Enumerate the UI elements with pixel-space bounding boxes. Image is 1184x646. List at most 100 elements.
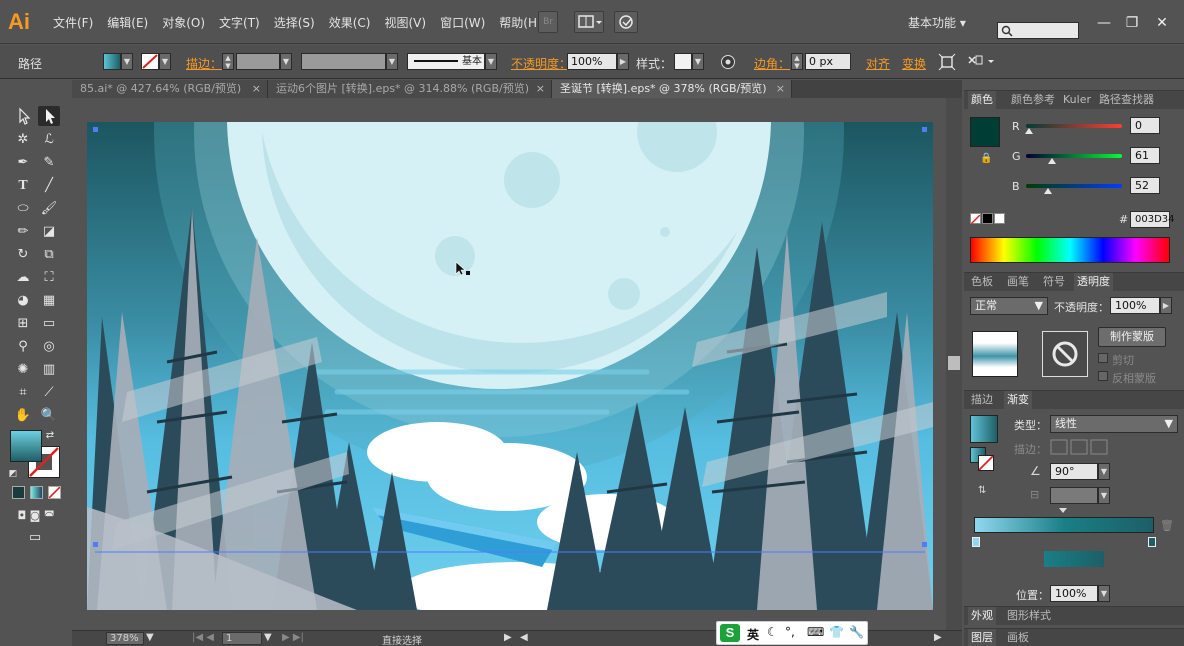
align-link[interactable]: 对齐 [866, 55, 890, 72]
clip-checkbox[interactable] [1098, 353, 1108, 363]
menu-window[interactable]: 窗口(W) [433, 14, 492, 31]
menu-effect[interactable]: 效果(C) [322, 14, 378, 31]
opacity-label[interactable]: 不透明度： [511, 55, 571, 72]
aspect-ratio-field[interactable] [1050, 487, 1098, 504]
angle-dropdown[interactable]: ▼ [1098, 463, 1110, 480]
scrollbar-thumb[interactable] [948, 356, 960, 370]
stroke-weight-dropdown[interactable]: ▼ [280, 53, 292, 70]
help-search-input[interactable] [997, 22, 1079, 39]
white-swatch[interactable] [994, 213, 1005, 224]
rotate-tool-icon[interactable]: ↻ [12, 245, 34, 265]
color-spectrum[interactable] [970, 237, 1170, 263]
opacity-slider-button[interactable]: ▶ [1160, 297, 1172, 314]
transform-link[interactable]: 变换 [902, 55, 926, 72]
symbol-sprayer-tool-icon[interactable]: ✺ [12, 360, 34, 380]
type-tool-icon[interactable]: T [12, 176, 34, 196]
perspective-grid-tool-icon[interactable]: ▦ [38, 291, 60, 311]
tab-close-icon[interactable]: × [776, 80, 785, 98]
gradient-stop-end[interactable] [1148, 537, 1156, 547]
gradient-color-popup[interactable] [1044, 551, 1104, 567]
corner-radius-field[interactable]: 0 px [805, 53, 851, 70]
corner-stepper[interactable]: ▲ ▼ [791, 53, 803, 70]
ime-logo[interactable]: S [720, 624, 740, 642]
reverse-gradient-icon[interactable]: ⇅ [978, 485, 986, 496]
zoom-field[interactable]: 378% [106, 632, 144, 645]
bridge-button[interactable]: Br [538, 11, 558, 33]
menu-type[interactable]: 文字(T) [212, 14, 267, 31]
artboard-tool-icon[interactable]: ⌗ [12, 383, 34, 403]
document-tab-active[interactable]: 圣诞节 [转换].eps* @ 378% (RGB/预览) × [552, 80, 792, 98]
b-value-field[interactable]: 52 [1130, 177, 1160, 194]
menu-select[interactable]: 选择(S) [267, 14, 322, 31]
menu-file[interactable]: 文件(F) [46, 14, 100, 31]
gradient-mode-button[interactable] [30, 486, 43, 499]
graphic-style-swatch[interactable] [674, 53, 692, 70]
eraser-tool-icon[interactable]: ◪ [38, 222, 60, 242]
direct-selection-tool-icon[interactable] [38, 106, 60, 126]
tab-color[interactable]: 颜色 [968, 91, 996, 109]
tab-close-icon[interactable]: × [252, 80, 261, 98]
opacity-field[interactable]: 100% [567, 53, 617, 70]
ellipse-tool-icon[interactable]: ⬭ [12, 199, 34, 219]
default-colors-icon[interactable]: ◩ [6, 464, 20, 484]
hand-tool-icon[interactable]: ✋ [12, 406, 34, 426]
gradient-stroke-swatch[interactable] [978, 455, 994, 471]
gpu-button[interactable] [614, 11, 638, 33]
gradient-preview[interactable] [970, 415, 998, 443]
r-value-field[interactable]: 0 [1130, 117, 1160, 134]
menu-object[interactable]: 对象(O) [155, 14, 212, 31]
mask-thumbnail[interactable] [1042, 331, 1088, 377]
zoom-dropdown[interactable]: ▼ [146, 632, 154, 643]
arrange-documents-button[interactable] [574, 11, 604, 33]
paintbrush-tool-icon[interactable]: 🖌 [38, 199, 60, 219]
restore-button[interactable]: ❐ [1118, 15, 1146, 33]
stroke-weight-field[interactable] [236, 53, 280, 70]
object-thumbnail[interactable] [972, 331, 1018, 377]
tab-symbols[interactable]: 符号 [1040, 273, 1068, 291]
gradient-type-select[interactable]: 线性 ▼ [1050, 415, 1178, 433]
variable-width-profile[interactable] [301, 53, 386, 70]
tab-appearance[interactable]: 外观 [968, 607, 996, 625]
b-slider[interactable] [1026, 184, 1122, 188]
current-fill-swatch[interactable] [970, 117, 1000, 147]
screen-mode-icon[interactable]: ▭ [24, 528, 46, 548]
ime-keyboard-icon[interactable]: ⌨ [807, 625, 824, 639]
tab-gradient[interactable]: 渐变 [1004, 391, 1032, 409]
slice-tool-icon[interactable]: ⟋ [38, 383, 60, 403]
r-slider[interactable] [1026, 124, 1122, 128]
warp-tool-icon[interactable]: ☁ [12, 268, 34, 288]
artboard-dropdown[interactable]: ▼ [264, 632, 272, 643]
graph-tool-icon[interactable]: ▥ [38, 360, 60, 380]
tab-swatches[interactable]: 色板 [968, 273, 996, 291]
document-tab[interactable]: 85.ai* @ 427.64% (RGB/预览) × [72, 80, 268, 98]
brush-definition[interactable]: 基本 [407, 53, 485, 70]
stroke-gradient-buttons[interactable] [1050, 439, 1108, 455]
pen-tool-icon[interactable]: ✒ [12, 153, 34, 173]
menu-edit[interactable]: 编辑(E) [100, 14, 155, 31]
shape-builder-tool-icon[interactable]: ◕ [12, 291, 34, 311]
menu-view[interactable]: 视图(V) [377, 14, 433, 31]
document-tab[interactable]: 运动6个图片 [转换].eps* @ 314.88% (RGB/预览) × [268, 80, 552, 98]
line-tool-icon[interactable]: ╱ [38, 176, 60, 196]
tab-artboards[interactable]: 画板 [1004, 629, 1032, 646]
ime-language[interactable]: 英 [747, 626, 759, 643]
lasso-tool-icon[interactable]: ℒ [38, 130, 60, 150]
blend-tool-icon[interactable]: ◎ [38, 337, 60, 357]
recolor-artwork-button[interactable] [720, 54, 736, 73]
aspect-ratio-dropdown[interactable]: ▼ [1098, 487, 1110, 504]
tab-transparency[interactable]: 透明度 [1074, 273, 1113, 291]
none-mode-button[interactable] [48, 486, 61, 499]
panel-options-button[interactable] [966, 53, 998, 74]
gradient-stop-start[interactable] [972, 537, 980, 547]
selection-tool-icon[interactable] [12, 106, 34, 126]
status-menu-arrow[interactable]: ▶ [504, 632, 512, 643]
workspace-switcher[interactable]: 基本功能 ▾ [908, 14, 966, 31]
eyedropper-tool-icon[interactable]: ⚲ [12, 337, 34, 357]
graphic-style-dropdown[interactable]: ▼ [692, 53, 704, 70]
ime-punctuation-icon[interactable]: °, [785, 625, 795, 639]
r-slider-thumb[interactable] [1025, 128, 1033, 134]
none-swatch[interactable] [970, 213, 981, 225]
gradient-slider[interactable] [974, 517, 1154, 533]
next-artboard-icon[interactable]: ▶ ▶| [282, 632, 304, 643]
g-value-field[interactable]: 61 [1130, 147, 1160, 164]
